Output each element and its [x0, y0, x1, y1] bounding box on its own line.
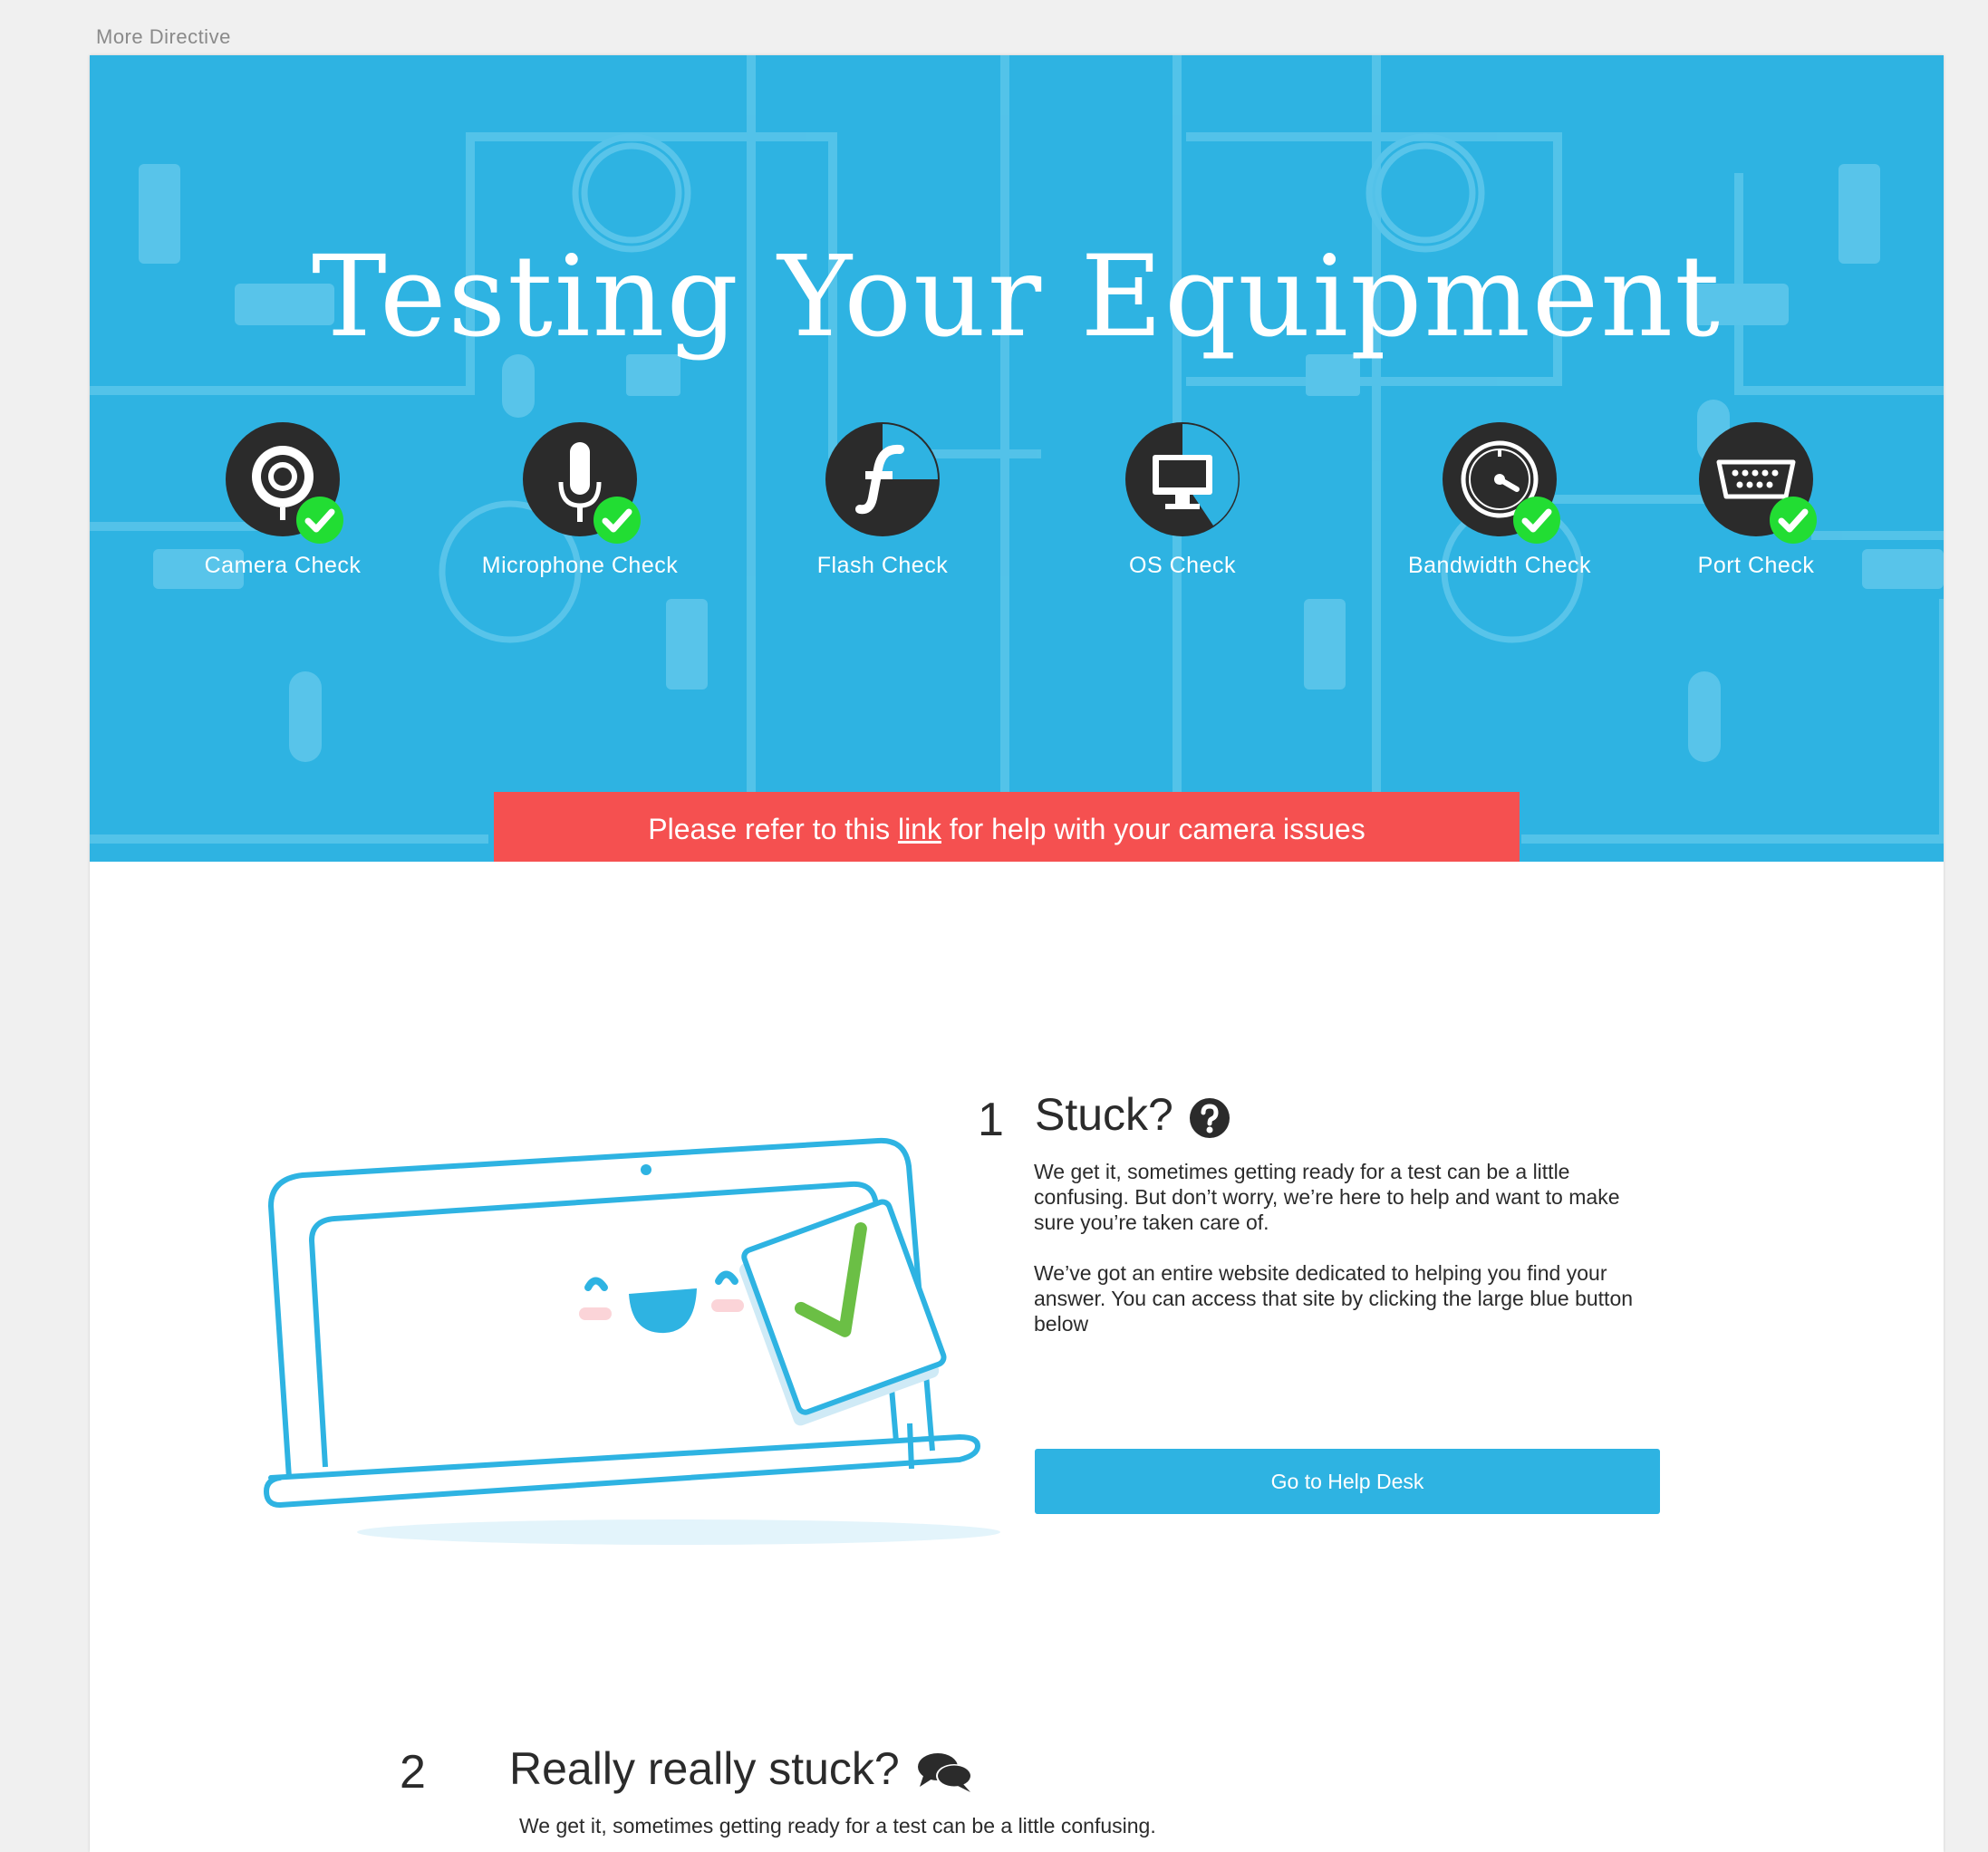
flash-icon [825, 422, 940, 536]
step-2-number: 2 [400, 1746, 426, 1799]
check-passed-icon [594, 497, 641, 544]
check-label: Port Check [1697, 553, 1815, 578]
alert-text-after: for help with your camera issues [941, 813, 1366, 845]
question-circle-icon [1189, 1097, 1230, 1138]
bandwidth-check-icon-wrap [1443, 422, 1560, 544]
camera-check-icon-wrap [226, 422, 343, 544]
monitor-icon [1125, 422, 1240, 536]
step-1-title-text: Stuck? [1035, 1089, 1173, 1140]
alert-text-before: Please refer to this [648, 813, 898, 845]
step-2-title: Really really stuck? [509, 1742, 974, 1795]
flash-check[interactable]: Flash Check [765, 422, 1000, 579]
microphone-check[interactable]: Microphone Check [462, 422, 698, 579]
microphone-check-icon-wrap [523, 422, 641, 544]
camera-help-alert: Please refer to this link for help with … [494, 792, 1520, 862]
step-1-number: 1 [978, 1094, 1004, 1146]
check-passed-icon [1770, 497, 1817, 544]
port-check[interactable]: Port Check [1638, 422, 1874, 579]
hero-title: Testing Your Equipment [312, 232, 1722, 362]
check-label: Bandwidth Check [1407, 553, 1592, 578]
camera-check[interactable]: Camera Check [165, 422, 400, 579]
camera-help-link[interactable]: link [898, 813, 941, 845]
check-label: Camera Check [204, 553, 362, 578]
check-label: OS Check [1129, 553, 1236, 578]
chat-bubbles-icon [917, 1752, 972, 1792]
step-1-paragraph-1: We get it, sometimes getting ready for a… [1034, 1160, 1620, 1234]
page-frame: Testing Your Equipment Camera Check Micr… [90, 55, 1944, 1852]
step-1-paragraph-2: We’ve got an entire website dedicated to… [1034, 1261, 1634, 1336]
check-label: Microphone Check [481, 553, 679, 578]
check-passed-icon [1513, 497, 1560, 544]
os-check[interactable]: OS Check [1065, 422, 1300, 579]
hero-banner: Testing Your Equipment Camera Check Micr… [90, 55, 1944, 862]
step-2-title-text: Really really stuck? [509, 1743, 900, 1794]
check-passed-icon [296, 497, 343, 544]
check-label: Flash Check [816, 553, 949, 578]
step-1-title: Stuck? [1035, 1088, 1230, 1141]
happy-laptop-illustration [264, 1137, 1000, 1545]
step-2-paragraph-1: We get it, sometimes getting ready for a… [519, 1814, 1156, 1838]
bandwidth-check[interactable]: Bandwidth Check [1382, 422, 1617, 579]
page-label: More Directive [96, 25, 231, 48]
os-check-icon-wrap [1125, 422, 1240, 536]
port-check-icon-wrap [1699, 422, 1817, 544]
go-to-help-desk-button[interactable]: Go to Help Desk [1035, 1449, 1660, 1514]
flash-check-icon-wrap [825, 422, 940, 536]
